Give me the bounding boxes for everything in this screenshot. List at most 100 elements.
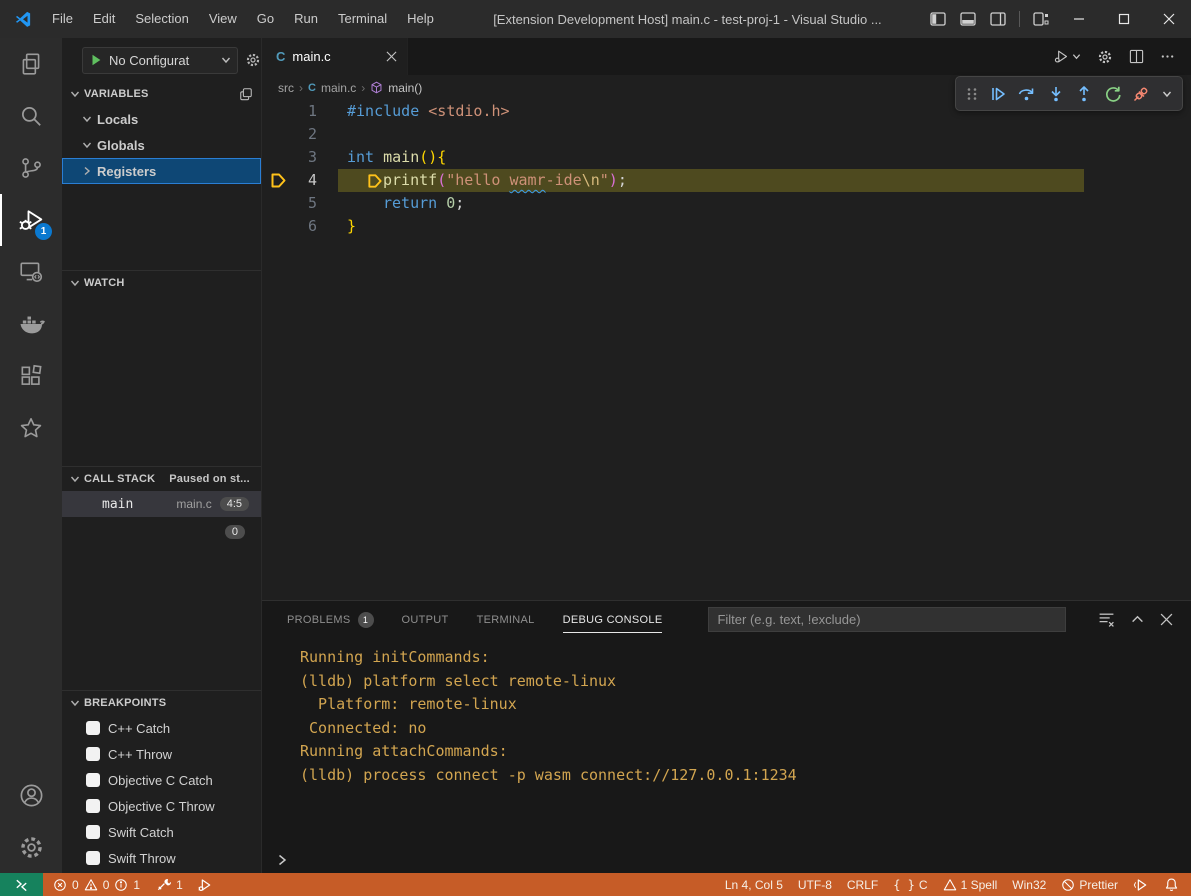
toolbar-more-icon[interactable] — [1162, 89, 1172, 99]
breakpoints-header[interactable]: BREAKPOINTS — [62, 691, 261, 715]
disconnect-button[interactable] — [1132, 85, 1151, 103]
breakpoint-row[interactable]: Objective C Throw — [62, 793, 261, 819]
panel-tab-problems[interactable]: PROBLEMS1 — [287, 601, 374, 638]
breakpoint-checkbox[interactable] — [86, 851, 100, 865]
activity-docker[interactable] — [0, 298, 62, 350]
console-filter-input[interactable] — [709, 612, 1065, 627]
toggle-secondary-sidebar-icon[interactable] — [983, 0, 1013, 38]
maximize-panel-icon[interactable] — [1131, 613, 1144, 626]
breakpoint-checkbox[interactable] — [86, 799, 100, 813]
breadcrumb-symbol[interactable]: main() — [388, 81, 422, 95]
notifications-bell[interactable] — [1164, 877, 1179, 892]
call-stack-header[interactable]: CALL STACK Paused on st... — [62, 467, 261, 491]
continue-button[interactable] — [989, 85, 1007, 103]
menu-go[interactable]: Go — [247, 0, 284, 38]
activity-account[interactable] — [0, 769, 62, 821]
eol-indicator[interactable]: CRLF — [847, 878, 878, 892]
menu-view[interactable]: View — [199, 0, 247, 38]
debug-status-left[interactable] — [197, 877, 213, 893]
breakpoint-checkbox[interactable] — [86, 747, 100, 761]
debug-config-dropdown[interactable]: No Configurat — [82, 47, 238, 74]
close-tab-icon[interactable] — [386, 51, 397, 62]
configure-gear-icon[interactable] — [245, 52, 261, 68]
activity-explorer[interactable] — [0, 38, 62, 90]
activity-settings[interactable] — [0, 821, 62, 873]
customize-layout-icon[interactable] — [1026, 0, 1056, 38]
menu-terminal[interactable]: Terminal — [328, 0, 397, 38]
cursor-position[interactable]: Ln 4, Col 5 — [725, 878, 783, 892]
encoding-indicator[interactable]: UTF-8 — [798, 878, 832, 892]
maximize-button[interactable] — [1101, 0, 1146, 38]
breakpoint-row[interactable]: Swift Catch — [62, 819, 261, 845]
code-line-6[interactable]: 6} — [262, 215, 1191, 238]
activity-run-debug[interactable]: 1 — [0, 194, 62, 246]
breakpoint-row[interactable]: Swift Throw — [62, 845, 261, 871]
breakpoint-checkbox[interactable] — [86, 773, 100, 787]
step-into-button[interactable] — [1047, 85, 1065, 103]
variables-item-registers[interactable]: Registers — [62, 158, 261, 184]
toolbar-drag-grip[interactable] — [966, 87, 978, 101]
language-indicator[interactable]: { } C — [893, 878, 927, 892]
code-editor[interactable]: 1#include <stdio.h>23int main(){4printf(… — [262, 100, 1191, 600]
breakpoint-row[interactable]: C++ Catch — [62, 715, 261, 741]
code-token: main — [383, 148, 419, 166]
menu-edit[interactable]: Edit — [83, 0, 125, 38]
menu-selection[interactable]: Selection — [125, 0, 198, 38]
minimize-button[interactable] — [1056, 0, 1101, 38]
breakpoint-row[interactable]: Objective C Catch — [62, 767, 261, 793]
split-editor-icon[interactable] — [1129, 49, 1144, 64]
breakpoint-row[interactable]: C++ Throw — [62, 741, 261, 767]
debug-console-input[interactable] — [262, 847, 1191, 873]
watch-header[interactable]: WATCH — [62, 271, 261, 295]
tab-main-c[interactable]: C main.c — [262, 38, 408, 75]
chevron-down-icon — [70, 278, 80, 288]
copy-value-icon[interactable] — [239, 87, 253, 101]
run-or-debug-dropdown-icon[interactable] — [1053, 48, 1081, 65]
menu-run[interactable]: Run — [284, 0, 328, 38]
step-out-button[interactable] — [1075, 85, 1093, 103]
spell-warning-icon — [943, 878, 957, 892]
panel-tab-terminal[interactable]: TERMINAL — [477, 601, 535, 638]
panel-tab-output[interactable]: OUTPUT — [402, 601, 449, 638]
activity-source-control[interactable] — [0, 142, 62, 194]
code-line-3[interactable]: 3int main(){ — [262, 146, 1191, 169]
remote-indicator[interactable] — [0, 873, 43, 896]
spell-checker-status[interactable]: 1 Spell — [943, 878, 998, 892]
debug-config-toolbar: No Configurat — [62, 38, 261, 82]
panel-tab-debug-console[interactable]: DEBUG CONSOLE — [563, 601, 663, 638]
variables-header[interactable]: VARIABLES — [62, 82, 261, 106]
code-line-5[interactable]: 5return 0; — [262, 192, 1191, 215]
more-actions-icon[interactable] — [1160, 49, 1175, 64]
formatter-status[interactable]: Prettier — [1061, 878, 1118, 892]
start-debugging-icon[interactable] — [89, 53, 103, 67]
editor-gear-icon[interactable] — [1097, 49, 1113, 65]
toggle-primary-sidebar-icon[interactable] — [923, 0, 953, 38]
variables-item-locals[interactable]: Locals — [62, 106, 261, 132]
console-filter[interactable] — [708, 607, 1066, 632]
code-line-2[interactable]: 2 — [262, 123, 1191, 146]
activity-star[interactable] — [0, 402, 62, 454]
variables-item-globals[interactable]: Globals — [62, 132, 261, 158]
breadcrumb-folder[interactable]: src — [278, 81, 294, 95]
toggle-panel-icon[interactable] — [953, 0, 983, 38]
problems-status[interactable]: 0 0 1 — [53, 878, 140, 892]
activity-remote-explorer[interactable] — [0, 246, 62, 298]
activity-search[interactable] — [0, 90, 62, 142]
activity-extensions[interactable] — [0, 350, 62, 402]
breakpoint-checkbox[interactable] — [86, 721, 100, 735]
clear-console-icon[interactable] — [1098, 611, 1115, 628]
stack-frame-row[interactable]: main main.c 4:5 — [62, 491, 261, 517]
restart-button[interactable] — [1104, 85, 1122, 103]
platform-indicator[interactable]: Win32 — [1012, 878, 1046, 892]
debug-status-right[interactable] — [1133, 877, 1149, 893]
close-window-button[interactable] — [1146, 0, 1191, 38]
close-panel-icon[interactable] — [1160, 613, 1173, 626]
breadcrumb-file[interactable]: main.c — [321, 81, 356, 95]
menu-help[interactable]: Help — [397, 0, 444, 38]
toolchain-status[interactable]: 1 — [156, 877, 183, 892]
step-over-button[interactable] — [1017, 85, 1036, 103]
breakpoint-checkbox[interactable] — [86, 825, 100, 839]
debug-console-output[interactable]: Running initCommands:(lldb) platform sel… — [262, 638, 1191, 847]
menu-file[interactable]: File — [42, 0, 83, 38]
code-line-4[interactable]: 4printf("hello wamr-ide\n"); — [262, 169, 1191, 192]
